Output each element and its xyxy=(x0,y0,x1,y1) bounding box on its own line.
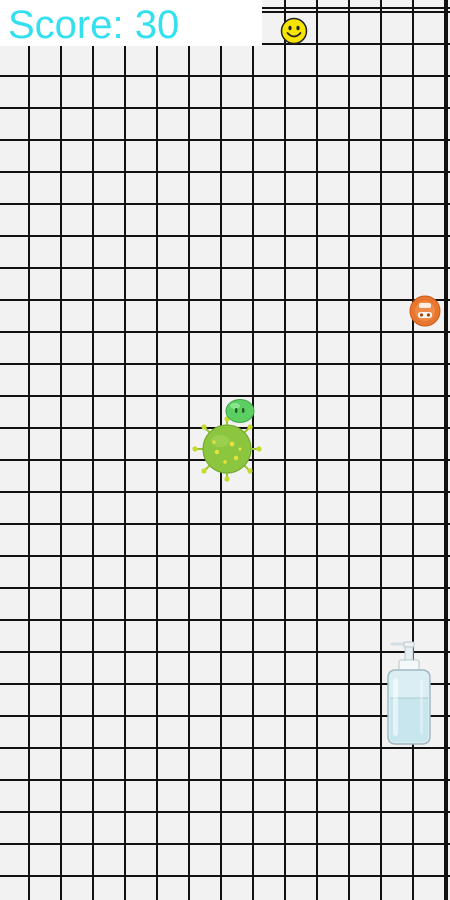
score-panel: Score: 30 xyxy=(0,0,262,47)
sanitizer-bottle-icon[interactable] xyxy=(378,636,438,748)
orange-face-icon[interactable] xyxy=(407,294,443,328)
smiley-face-icon[interactable] xyxy=(280,17,308,45)
coronavirus-icon[interactable] xyxy=(192,416,262,482)
game-board[interactable]: Score: 30 xyxy=(0,0,450,900)
green-blob-icon[interactable] xyxy=(224,398,256,424)
score-label: Score: 30 xyxy=(8,3,180,47)
